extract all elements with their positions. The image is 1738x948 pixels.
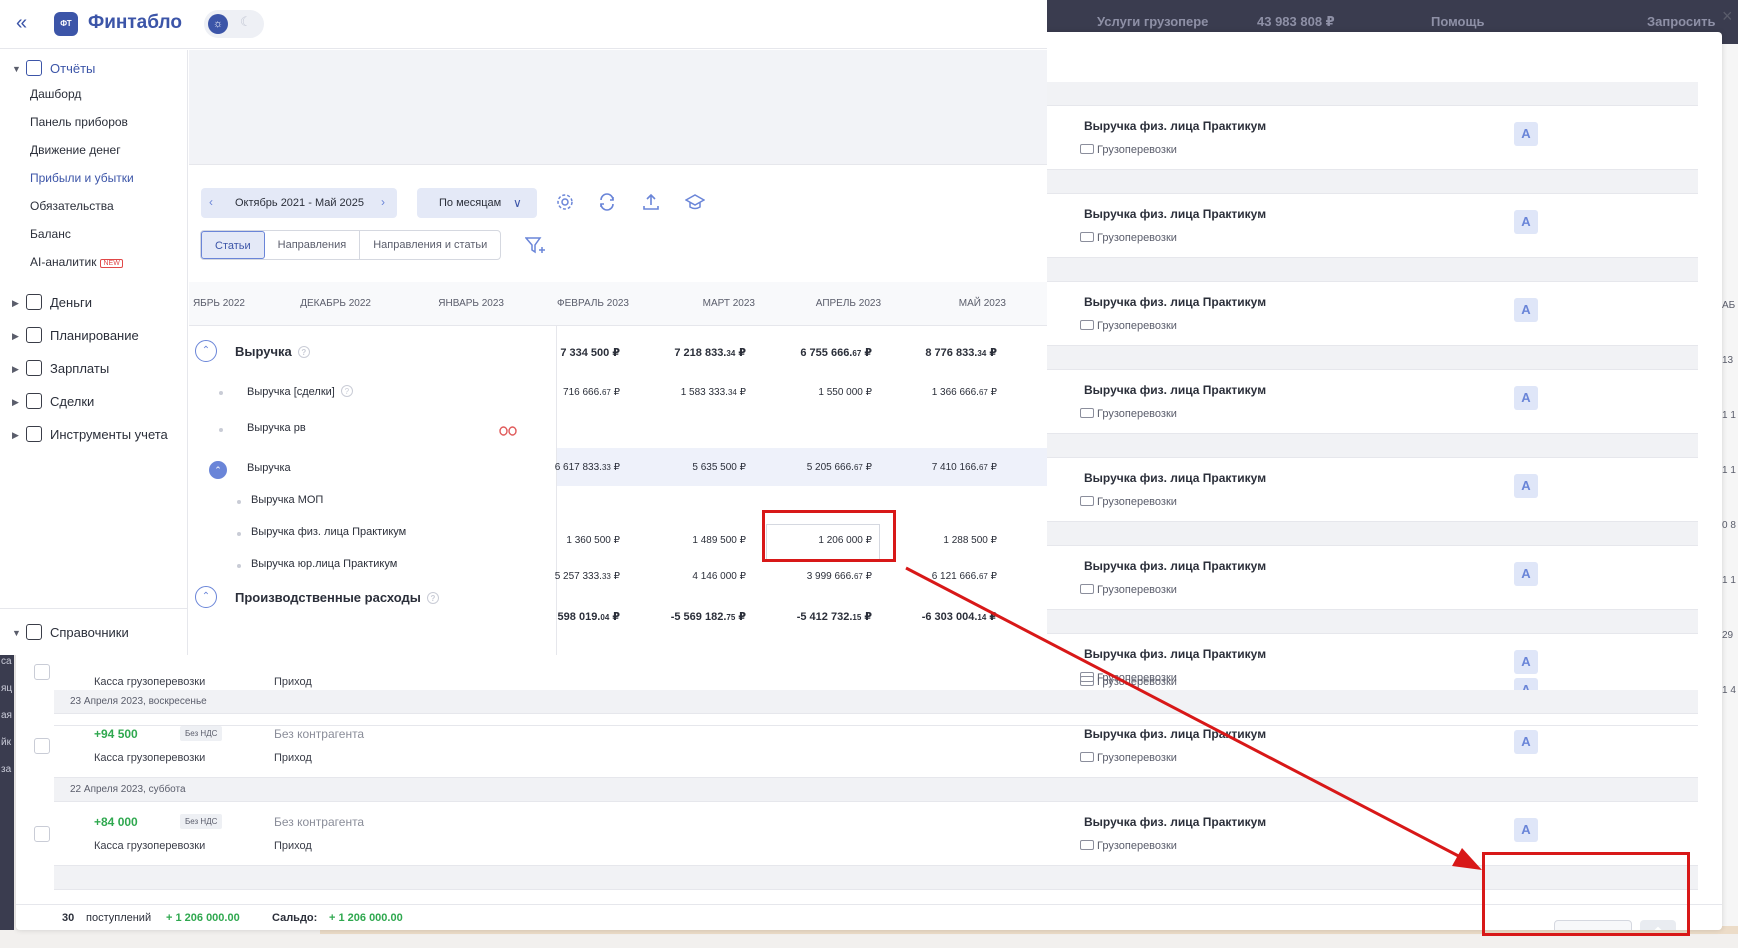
annotation-arrow (905, 566, 1482, 870)
